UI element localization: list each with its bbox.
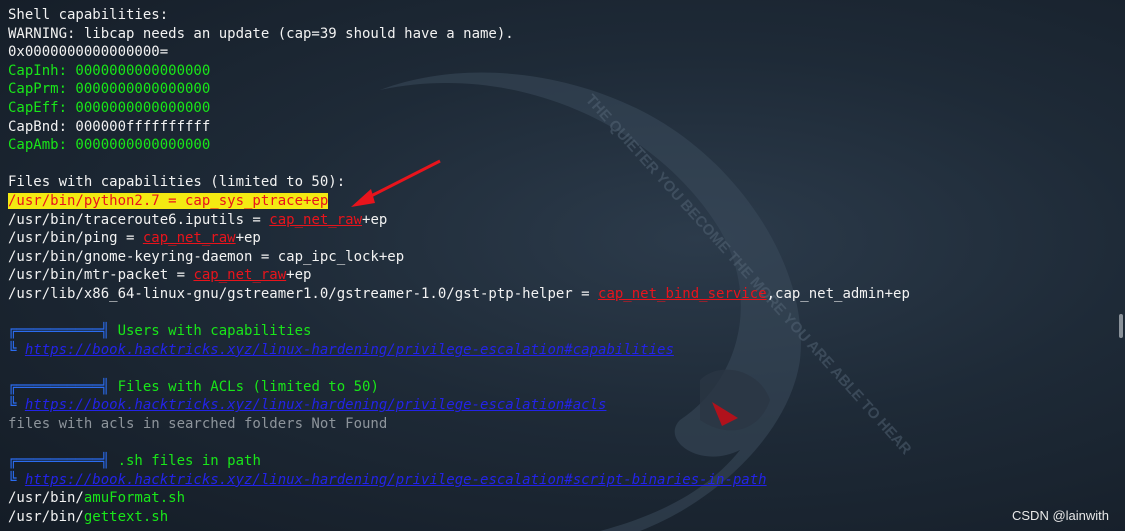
terminal-text: /usr/bin/gnome-keyring-daemon = cap_ipc_… [8, 248, 405, 265]
terminal-text: amuFormat.sh [83, 490, 186, 507]
highlighted-text: /usr/bin/python2.7 = cap_sys_ptrace+ep [8, 192, 329, 209]
terminal-text: /usr/bin/ping = [8, 230, 143, 247]
terminal-line: /usr/bin/ping = cap_net_raw+ep [8, 229, 1111, 248]
terminal-window[interactable]: THE QUIETER YOU BECOME THE MORE YOU ARE … [0, 0, 1125, 531]
terminal-text: CapAmb: 0000000000000000 [8, 137, 211, 154]
terminal-line: CapEff: 0000000000000000 [8, 99, 1111, 118]
terminal-text: ╚ [8, 341, 25, 358]
terminal-text: Files with ACLs (limited to 50) [117, 378, 379, 395]
terminal-line: /usr/bin/traceroute6.iputils = cap_net_r… [8, 211, 1111, 230]
terminal-line: ╚ https://book.hacktricks.xyz/linux-hard… [8, 396, 1111, 415]
terminal-text: 0x0000000000000000= [8, 44, 169, 61]
terminal-text: CapBnd: 000000ffffffffff [8, 118, 211, 135]
terminal-text: .sh files in path [117, 453, 261, 470]
terminal-output[interactable]: Shell capabilities: WARNING: libcap needs… [8, 6, 1111, 527]
terminal-text: Shell capabilities: [8, 7, 169, 23]
terminal-line: /usr/bin/python2.7 = cap_sys_ptrace+ep [8, 192, 1111, 211]
terminal-line: ╔══════════╣ Users with capabilities [8, 322, 1111, 341]
watermark: CSDN @lainwith [1012, 508, 1109, 523]
terminal-text: Files with capabilities (limited to 50): [8, 174, 346, 191]
terminal-text: +ep [286, 267, 312, 284]
terminal-text: /usr/bin/ [8, 490, 84, 507]
terminal-line: ╚ https://book.hacktricks.xyz/linux-hard… [8, 471, 1111, 490]
terminal-line: CapPrm: 0000000000000000 [8, 80, 1111, 99]
terminal-line: Shell capabilities: [8, 6, 1111, 25]
terminal-text: cap_net_bind_service [598, 285, 767, 302]
terminal-text: /usr/bin/mtr-packet = [8, 267, 194, 284]
terminal-text: gettext.sh [83, 509, 169, 526]
terminal-text: cap_net_raw [193, 267, 287, 284]
terminal-text: cap_net_raw [142, 230, 236, 247]
terminal-text: CapPrm: 0000000000000000 [8, 81, 211, 98]
terminal-line: WARNING: libcap needs an update (cap=39 … [8, 25, 1111, 44]
terminal-text: /usr/lib/x86_64-linux-gnu/gstreamer1.0/g… [8, 285, 599, 302]
scrollbar-thumb[interactable] [1119, 314, 1123, 338]
terminal-line: /usr/bin/gnome-keyring-daemon = cap_ipc_… [8, 248, 1111, 267]
terminal-line: files with acls in searched folders Not … [8, 415, 1111, 434]
terminal-line: /usr/bin/gettext.sh [8, 508, 1111, 527]
terminal-text: ╔══════════╣ [8, 323, 118, 340]
terminal-line: CapInh: 0000000000000000 [8, 62, 1111, 81]
reference-link[interactable]: https://book.hacktricks.xyz/linux-harden… [25, 342, 674, 358]
terminal-line: ╔══════════╣ .sh files in path [8, 452, 1111, 471]
terminal-line: ╔══════════╣ Files with ACLs (limited to… [8, 378, 1111, 397]
terminal-text: CapInh: 0000000000000000 [8, 62, 211, 79]
terminal-text: /usr/bin/ [8, 509, 84, 526]
terminal-line: /usr/bin/amuFormat.sh [8, 489, 1111, 508]
reference-link[interactable]: https://book.hacktricks.xyz/linux-harden… [25, 397, 607, 413]
terminal-line: /usr/bin/mtr-packet = cap_net_raw+ep [8, 266, 1111, 285]
terminal-line: /usr/lib/x86_64-linux-gnu/gstreamer1.0/g… [8, 285, 1111, 304]
terminal-text: ╚ [8, 397, 25, 414]
terminal-text: WARNING: libcap needs an update (cap=39 … [8, 25, 514, 42]
terminal-text: /usr/bin/traceroute6.iputils = [8, 211, 270, 228]
terminal-text: ╚ [8, 471, 25, 488]
terminal-text: ,cap_net_admin+ep [766, 285, 910, 302]
terminal-text: Users with capabilities [117, 323, 312, 340]
terminal-line: CapBnd: 000000ffffffffff [8, 118, 1111, 137]
terminal-text: CapEff: 0000000000000000 [8, 99, 211, 116]
terminal-line: Files with capabilities (limited to 50): [8, 173, 1111, 192]
terminal-text: files with acls in searched folders Not … [8, 416, 388, 433]
annotation-arrow-icon [351, 159, 441, 207]
terminal-line: 0x0000000000000000= [8, 43, 1111, 62]
terminal-text: ╔══════════╣ [8, 378, 118, 395]
terminal-text: ╔══════════╣ [8, 453, 118, 470]
terminal-line: ╚ https://book.hacktricks.xyz/linux-hard… [8, 341, 1111, 360]
terminal-line: CapAmb: 0000000000000000 [8, 136, 1111, 155]
reference-link[interactable]: https://book.hacktricks.xyz/linux-harden… [25, 472, 767, 488]
terminal-text: +ep [235, 230, 261, 247]
